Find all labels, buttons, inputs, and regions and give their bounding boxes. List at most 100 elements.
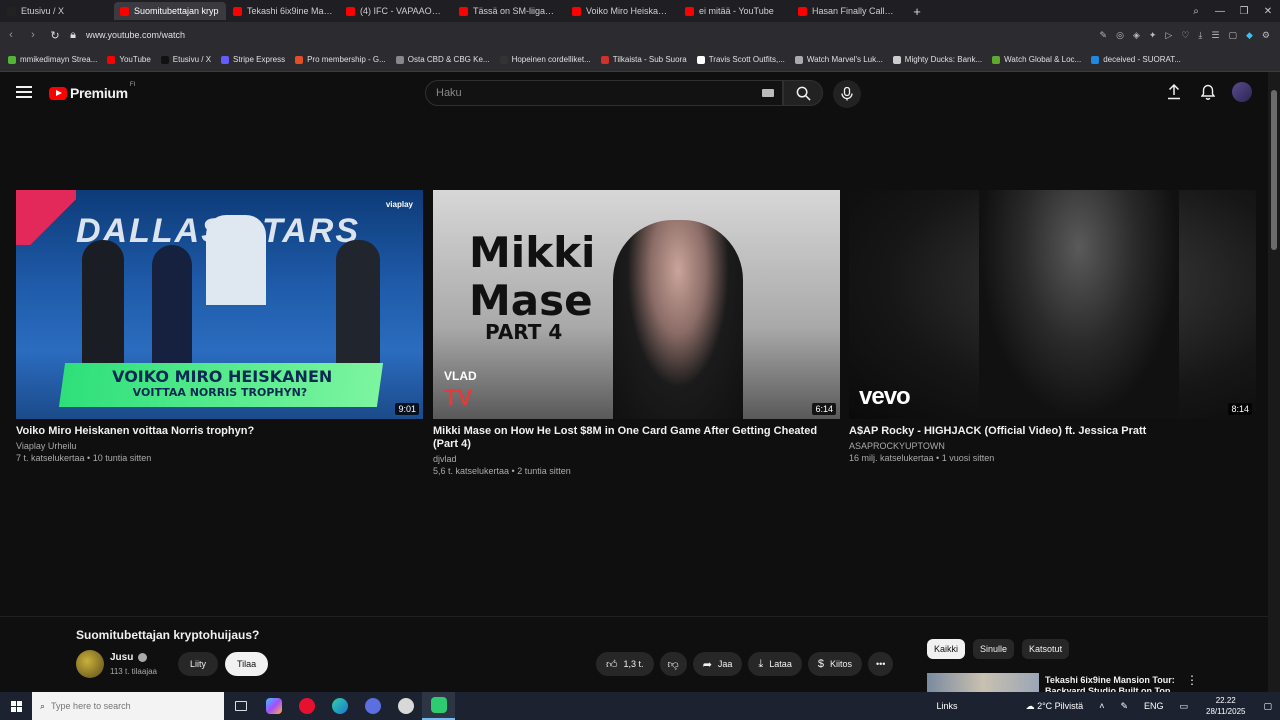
youtube-premium-logo[interactable]: Premium FI xyxy=(49,82,135,101)
app-icon[interactable] xyxy=(389,692,422,720)
chat-app-icon[interactable] xyxy=(356,692,389,720)
bookmark-item[interactable]: Hopeinen cordelliket... xyxy=(499,55,591,64)
browser-tab[interactable]: (4) IFC - VAPAAOTTELUTA xyxy=(340,2,452,20)
bookmark-item[interactable]: Pro membership - G... xyxy=(295,55,386,64)
video-title[interactable]: A$AP Rocky - HIGHJACK (Official Video) f… xyxy=(849,425,1256,438)
video-card[interactable]: vevo 8:14 A$AP Rocky - HIGHJACK (Officia… xyxy=(849,190,1256,463)
video-card[interactable]: Mikki Mase PART 4 VLAD TV 6:14 Mikki Mas… xyxy=(433,190,840,476)
menu-icon[interactable]: ☰ xyxy=(1211,30,1219,41)
chip-for-you[interactable]: Sinulle xyxy=(973,639,1015,659)
bookmark-item[interactable]: Tilkaista - Sub Suora xyxy=(600,55,687,64)
bookmark-item[interactable]: Osta CBD & CBG Ke... xyxy=(395,55,490,64)
heart-icon[interactable]: ♡ xyxy=(1181,30,1189,41)
keyboard-icon[interactable] xyxy=(762,89,774,97)
notification-center-icon[interactable]: ▢ xyxy=(1263,701,1272,712)
download-button[interactable]: ⤓ Lataa xyxy=(748,652,802,676)
channel-name[interactable]: ASAPROCKYUPTOWN xyxy=(849,441,1256,451)
bookmark-item[interactable]: Etusivu / X xyxy=(160,55,211,64)
bookmark-favicon-icon xyxy=(892,55,901,64)
browser-tab[interactable]: Voiko Miro Heiskanen voit xyxy=(566,2,678,20)
task-view-icon[interactable] xyxy=(224,692,257,720)
minimize-button[interactable]: — xyxy=(1208,0,1232,22)
shield-icon[interactable]: ◈ xyxy=(1133,30,1140,41)
forward-button[interactable]: › xyxy=(22,24,44,46)
browser-tab[interactable]: Tekashi 6ix9ine Mansion T xyxy=(227,2,339,20)
chip-watched[interactable]: Katsotut xyxy=(1022,639,1070,659)
reload-icon[interactable]: ↻ xyxy=(44,24,66,46)
like-button[interactable]: 👍︎ 1,3 t. xyxy=(596,652,654,676)
join-button[interactable]: Liity xyxy=(178,652,219,676)
video-card[interactable]: DALLAS STARS viaplay VOIKO MIRO HEISKANE… xyxy=(16,190,423,463)
back-button[interactable]: ‹ xyxy=(0,24,22,46)
video-thumbnail[interactable]: Mikki Mase PART 4 VLAD TV 6:14 xyxy=(433,190,840,419)
voice-search-button[interactable] xyxy=(833,80,861,108)
camera-icon[interactable]: ◎ xyxy=(1116,30,1124,41)
edit-icon[interactable]: ✎ xyxy=(1100,30,1108,41)
sidebar-icon[interactable]: ◆ xyxy=(1246,30,1253,41)
browser-tab[interactable]: ei mitää - YouTube xyxy=(679,2,791,20)
language-indicator[interactable]: ENG xyxy=(1144,701,1164,711)
bookmark-item[interactable]: deceived - SUORAT... xyxy=(1091,55,1181,64)
network-icon[interactable]: ▭ xyxy=(1180,701,1189,712)
bookmark-item[interactable]: Mighty Ducks: Bank... xyxy=(892,55,982,64)
dislike-button[interactable]: 👎︎ xyxy=(659,652,687,676)
play-icon[interactable]: ▷ xyxy=(1165,30,1172,41)
channel-name[interactable]: djvlad xyxy=(433,454,840,464)
notifications-button[interactable] xyxy=(1198,82,1218,102)
search-button[interactable] xyxy=(783,80,823,106)
browser-tab[interactable]: Hasan Finally Called Me O xyxy=(792,2,904,20)
kebab-menu-icon[interactable]: ⋮ xyxy=(1186,673,1198,687)
subscribe-button[interactable]: Tilaa xyxy=(225,652,269,676)
download-icon[interactable]: ⤓ xyxy=(1198,30,1202,41)
pen-icon[interactable]: ✎ xyxy=(1120,701,1128,712)
url-field[interactable]: www.youtube.com/watch xyxy=(86,30,1100,40)
copilot-icon[interactable] xyxy=(257,692,290,720)
taskbar-search-input[interactable] xyxy=(51,701,212,711)
links-toolbar[interactable]: Links xyxy=(937,701,958,711)
bookmark-item[interactable]: mmikedimayn Strea... xyxy=(8,55,97,64)
new-tab-button[interactable]: + xyxy=(908,2,926,20)
browser-tab[interactable]: Etusivu / X xyxy=(1,2,113,20)
bookmark-item[interactable]: YouTube xyxy=(107,55,151,64)
channel-name[interactable]: Viaplay Urheilu xyxy=(16,441,423,451)
bookmark-item[interactable]: Travis Scott Outfits,... xyxy=(696,55,785,64)
search-icon: ⌕ xyxy=(40,700,46,711)
tray-overflow-icon[interactable]: ˄ xyxy=(1099,701,1104,711)
video-title[interactable]: Mikki Mase on How He Lost $8M in One Car… xyxy=(433,425,840,451)
active-app-icon[interactable] xyxy=(422,692,455,720)
video-thumbnail[interactable]: DALLAS STARS viaplay VOIKO MIRO HEISKANE… xyxy=(16,190,423,419)
recommended-video-title[interactable]: Tekashi 6ix9ine Mansion Tour: Backyard S… xyxy=(1045,675,1180,693)
watch-channel-name[interactable]: Jusu xyxy=(110,652,148,663)
restore-button[interactable]: ❐ xyxy=(1232,0,1256,22)
channel-avatar[interactable] xyxy=(76,650,104,678)
extension-icon[interactable]: ✦ xyxy=(1149,30,1157,41)
search-input[interactable] xyxy=(436,87,736,99)
weather-widget[interactable]: ☁︎ 2°C Pilvistä xyxy=(1026,701,1084,712)
account-avatar[interactable] xyxy=(1232,82,1252,102)
video-title[interactable]: Voiko Miro Heiskanen voittaa Norris trop… xyxy=(16,425,423,438)
more-actions-button[interactable]: ••• xyxy=(867,652,894,676)
browser-tab[interactable]: Tässä on SM-liigan uusi ss xyxy=(453,2,565,20)
bookmark-item[interactable]: Stripe Express xyxy=(221,55,285,64)
recommended-video-thumbnail[interactable] xyxy=(927,673,1039,693)
share-button[interactable]: ➦ Jaa xyxy=(692,652,743,676)
upload-button[interactable] xyxy=(1164,82,1184,102)
edge-icon[interactable] xyxy=(323,692,356,720)
bookmark-item[interactable]: Watch Global & Loc... xyxy=(992,55,1081,64)
settings-icon[interactable]: ⚙ xyxy=(1262,30,1270,41)
lock-icon[interactable]: 🔒︎ xyxy=(66,24,80,46)
browser-search-icon[interactable]: ⌕ xyxy=(1184,0,1208,22)
clock[interactable]: 22.22 28/11/2025 xyxy=(1206,695,1245,717)
chip-all[interactable]: Kaikki xyxy=(927,639,966,659)
start-button[interactable] xyxy=(0,692,32,720)
page-scrollbar[interactable] xyxy=(1268,72,1280,692)
download-label: Lataa xyxy=(769,659,792,669)
thanks-button[interactable]: $ Kiitos xyxy=(807,652,862,676)
bookmark-item[interactable]: Watch Marvel's Luk... xyxy=(794,55,883,64)
wallet-icon[interactable]: ▢ xyxy=(1228,30,1237,41)
browser-tab[interactable]: Suomitubettajan kryp xyxy=(114,2,226,20)
video-thumbnail[interactable]: vevo 8:14 xyxy=(849,190,1256,419)
close-window-button[interactable]: ✕ xyxy=(1256,0,1280,22)
opera-icon[interactable] xyxy=(290,692,323,720)
hamburger-menu-icon[interactable] xyxy=(16,86,32,98)
